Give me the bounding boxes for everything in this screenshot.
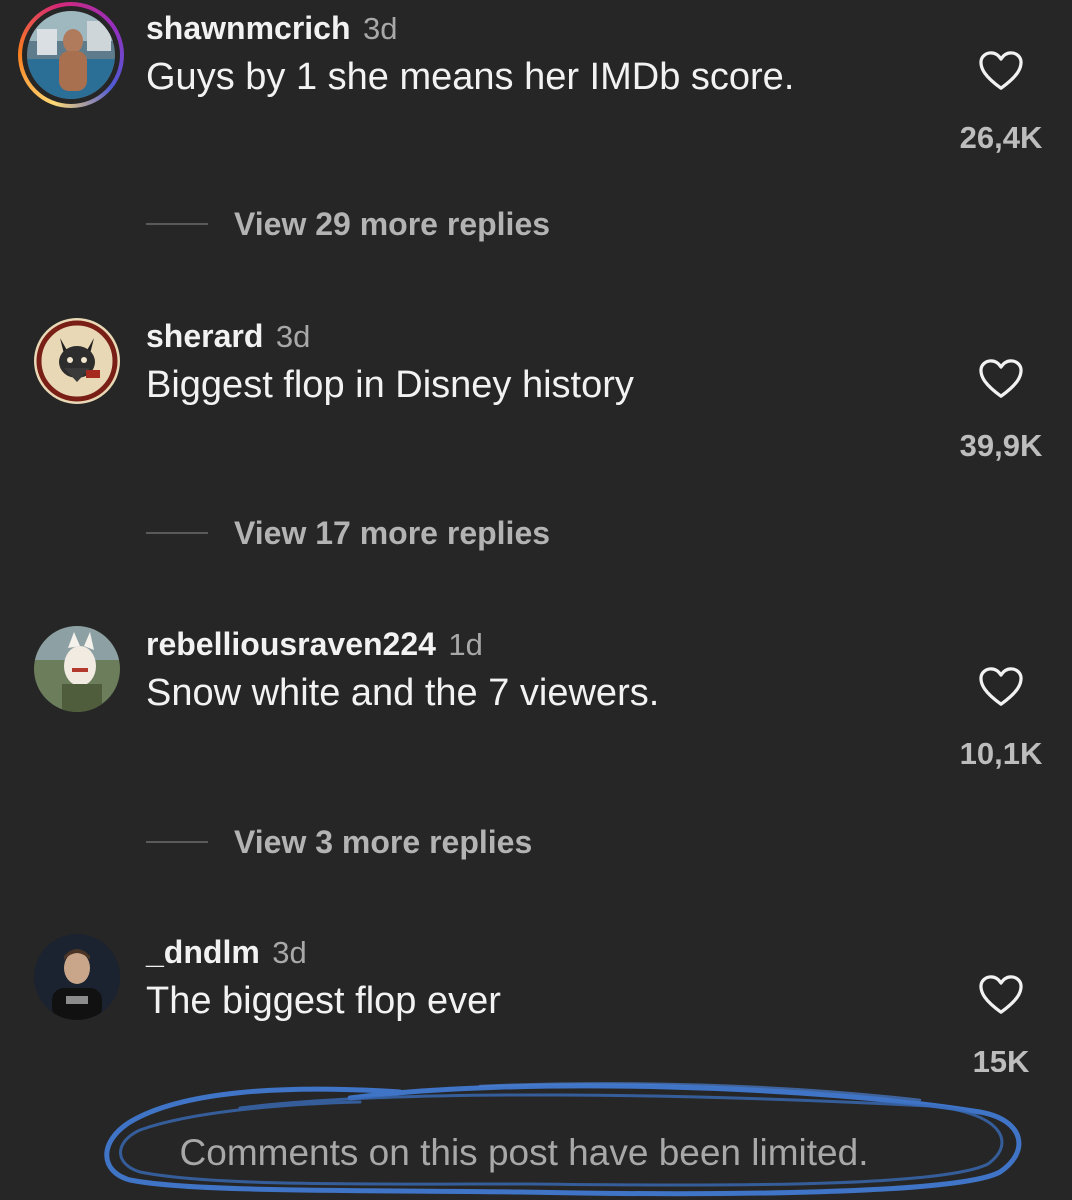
view-replies-label: View 17 more replies xyxy=(234,514,551,551)
reply-divider-line xyxy=(146,841,208,843)
like-control: 15K xyxy=(956,974,1046,1080)
comment-text: Snow white and the 7 viewers. xyxy=(146,672,660,714)
username[interactable]: shawnmcrich xyxy=(146,10,351,46)
heart-outline-icon[interactable] xyxy=(978,974,1024,1016)
comment-item: _dndlm 3d The biggest flop ever 15K xyxy=(0,934,1072,1084)
avatar-wolf-emblem xyxy=(34,318,120,404)
comment-item: shawnmcrich 3d Guys by 1 she means her I… xyxy=(0,2,1072,160)
comment-text: Biggest flop in Disney history xyxy=(146,364,634,406)
timestamp: 3d xyxy=(362,11,398,46)
comments-limited-text: Comments on this post have been limited. xyxy=(179,1132,869,1173)
timestamp: 3d xyxy=(272,935,307,970)
view-replies-label: View 3 more replies xyxy=(234,823,533,860)
comments-screen: shawnmcrich 3d Guys by 1 she means her I… xyxy=(0,0,1072,1200)
timestamp: 1d xyxy=(448,627,483,662)
view-replies-button[interactable]: View 29 more replies xyxy=(146,204,550,244)
like-control: 10,1K xyxy=(956,666,1046,772)
avatar-anime-character xyxy=(34,626,120,712)
comment-item: sherard 3d Biggest flop in Disney histor… xyxy=(0,318,1072,468)
like-control: 39,9K xyxy=(956,358,1046,464)
view-replies-label: View 29 more replies xyxy=(234,205,551,242)
avatar-photo xyxy=(27,11,115,99)
avatar-photo xyxy=(34,934,120,1020)
like-count: 10,1K xyxy=(959,736,1043,771)
comments-limited-banner: Comments on this post have been limited. xyxy=(0,1072,1072,1200)
username[interactable]: rebelliousraven224 xyxy=(146,626,436,662)
reply-divider-line xyxy=(146,532,208,534)
comment-item: rebelliousraven224 1d Snow white and the… xyxy=(0,626,1072,776)
like-count: 39,9K xyxy=(959,428,1043,463)
comment-text: The biggest flop ever xyxy=(146,980,501,1022)
avatar[interactable] xyxy=(34,318,120,404)
avatar[interactable] xyxy=(34,626,120,712)
heart-outline-icon[interactable] xyxy=(978,358,1024,400)
heart-outline-icon[interactable] xyxy=(978,666,1024,708)
heart-outline-icon[interactable] xyxy=(978,50,1024,92)
view-replies-button[interactable]: View 3 more replies xyxy=(146,822,532,862)
avatar[interactable] xyxy=(18,2,124,108)
username[interactable]: sherard xyxy=(146,318,263,354)
like-count: 26,4K xyxy=(959,120,1043,155)
view-replies-button[interactable]: View 17 more replies xyxy=(146,513,550,553)
reply-divider-line xyxy=(146,223,208,225)
like-control: 26,4K xyxy=(956,50,1046,156)
username[interactable]: _dndlm xyxy=(146,934,260,970)
timestamp: 3d xyxy=(275,319,311,354)
comment-text: Guys by 1 she means her IMDb score. xyxy=(146,56,795,98)
avatar[interactable] xyxy=(34,934,120,1020)
